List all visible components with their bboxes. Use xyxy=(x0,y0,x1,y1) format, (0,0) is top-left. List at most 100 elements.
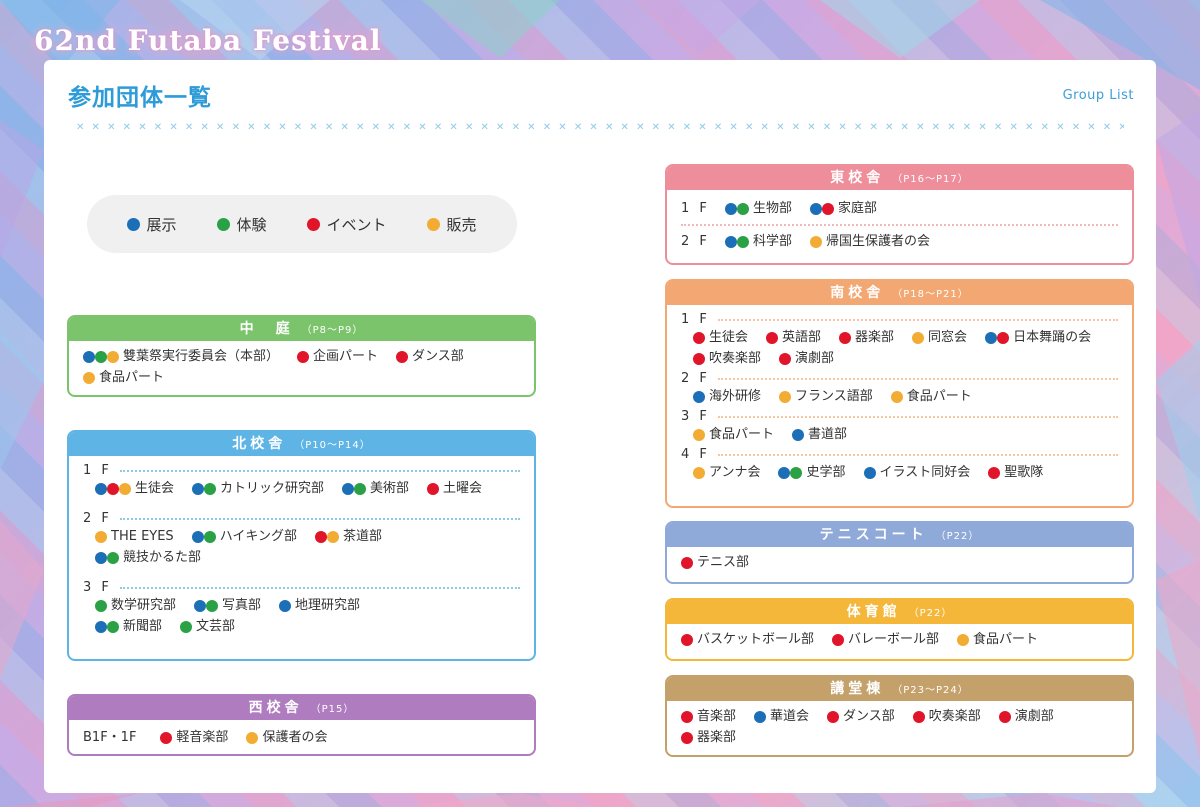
red-dot-icon xyxy=(427,482,440,495)
group-entry[interactable]: 美術部 xyxy=(342,478,409,499)
group-entry[interactable]: 土曜会 xyxy=(427,478,482,499)
group-entry[interactable]: 食品パート xyxy=(693,424,774,445)
group-entry[interactable]: 華道会 xyxy=(754,706,809,727)
group-row: 器楽部 xyxy=(681,727,1118,748)
group-entry[interactable]: 英語部 xyxy=(766,327,821,348)
group-entry[interactable]: 同窓会 xyxy=(912,327,967,348)
blue-dot-icon xyxy=(725,235,737,248)
group-entry[interactable]: 日本舞踊の会 xyxy=(985,327,1091,348)
group-name: 新聞部 xyxy=(123,619,163,634)
group-entry[interactable]: THE EYES xyxy=(95,526,174,547)
group-name: 茶道部 xyxy=(343,529,383,544)
category-dots xyxy=(725,235,749,248)
group-entry[interactable]: 茶道部 xyxy=(315,526,382,547)
section-body: 雙葉祭実行委員会（本部） 企画パート ダンス部食品パート xyxy=(69,341,534,392)
group-entry[interactable]: 文芸部 xyxy=(180,616,235,637)
group-name: 地理研究部 xyxy=(295,598,361,613)
group-entry[interactable]: 帰国生保護者の会 xyxy=(810,231,930,252)
group-name: 華道会 xyxy=(770,709,810,724)
group-entry[interactable]: 吹奏楽部 xyxy=(912,706,981,727)
legend-item-green: 体験 xyxy=(217,214,267,235)
group-entry[interactable]: テニス部 xyxy=(681,552,749,573)
group-entry[interactable]: ハイキング部 xyxy=(191,526,297,547)
red-dot-icon xyxy=(681,633,693,646)
group-entry[interactable]: 史学部 xyxy=(778,462,846,483)
group-entry[interactable]: 海外研修 xyxy=(693,386,761,407)
group-entry[interactable]: バスケットボール部 xyxy=(681,629,814,650)
group-entry[interactable]: 演劇部 xyxy=(998,706,1054,727)
group-entry[interactable]: 写真部 xyxy=(194,595,261,616)
group-entry[interactable]: 器楽部 xyxy=(681,727,736,748)
group-entry[interactable]: 吹奏楽部 xyxy=(693,348,761,369)
group-entry[interactable]: 家庭部 xyxy=(810,198,877,219)
section-header: 東校舎 （P16～P17） xyxy=(667,166,1132,190)
blue-dot-icon xyxy=(191,530,204,543)
category-dots xyxy=(693,466,705,479)
group-entry[interactable]: 新聞部 xyxy=(95,616,162,637)
group-entry[interactable]: 生徒会 xyxy=(95,478,174,499)
category-dots xyxy=(792,428,805,441)
group-name: 雙葉祭実行委員会（本部） xyxy=(123,349,280,364)
orange-dot-icon xyxy=(693,466,705,479)
green-dot-icon xyxy=(95,599,107,612)
floor-row: 1 F 生物部 家庭部 xyxy=(681,198,1118,219)
group-entry[interactable]: カトリック研究部 xyxy=(192,478,324,499)
category-dots xyxy=(725,202,749,215)
orange-dot-icon xyxy=(119,482,131,495)
blue-dot-icon xyxy=(192,482,205,495)
category-dots xyxy=(246,731,259,744)
group-entry[interactable]: 軽音楽部 xyxy=(160,727,228,748)
floor-label: 2 F xyxy=(83,511,112,526)
section-header: 体育館 （P22） xyxy=(667,600,1132,624)
group-name: バレーボール部 xyxy=(848,632,940,647)
blue-dot-icon xyxy=(279,599,292,612)
group-entry[interactable]: 食品パート xyxy=(957,629,1038,650)
group-name: 土曜会 xyxy=(443,481,483,496)
group-entry[interactable]: 生徒会 xyxy=(693,327,748,348)
group-entry[interactable]: 科学部 xyxy=(725,231,792,252)
group-entry[interactable]: 書道部 xyxy=(792,424,847,445)
section-nakaniwa: 中 庭 （P8～P9） 雙葉祭実行委員会（本部） 企画パート ダンス部 食品パート xyxy=(67,315,536,397)
group-entry[interactable]: 生物部 xyxy=(725,198,792,219)
section-title: 体育館 xyxy=(846,604,901,620)
orange-dot-icon xyxy=(427,217,441,231)
group-entry[interactable]: 数学研究部 xyxy=(95,595,176,616)
group-entry[interactable]: 競技かるた部 xyxy=(95,547,201,568)
category-dots xyxy=(396,350,409,363)
floor-heading: 1 F xyxy=(681,312,1118,327)
section-body: 1 F 生徒会 カトリック研究部 美術部 土曜会 2 F THE EYES ハイキング部 茶道部… xyxy=(69,456,534,641)
group-entry[interactable]: ダンス部 xyxy=(396,346,464,367)
legend-label: イベント xyxy=(326,215,387,234)
group-entry[interactable]: 地理研究部 xyxy=(279,595,360,616)
group-entry[interactable]: イラスト同好会 xyxy=(863,462,970,483)
section-taiikukan: 体育館 （P22） バスケットボール部 バレーボール部 食品パート xyxy=(665,598,1134,661)
section-pages: （P18～P21） xyxy=(892,289,969,300)
floor-groups: 海外研修 フランス語部 食品パート xyxy=(681,386,1118,407)
group-entry[interactable]: 演劇部 xyxy=(779,348,834,369)
red-dot-icon xyxy=(297,350,310,363)
group-entry[interactable]: 聖歌隊 xyxy=(988,462,1043,483)
group-name: フランス語部 xyxy=(795,389,873,404)
red-dot-icon xyxy=(832,633,845,646)
red-dot-icon xyxy=(766,331,779,344)
group-entry[interactable]: 企画パート xyxy=(297,346,378,367)
group-entry[interactable]: 器楽部 xyxy=(839,327,894,348)
group-entry[interactable]: 食品パート xyxy=(890,386,972,407)
group-entry[interactable]: 音楽部 xyxy=(681,706,736,727)
group-entry[interactable]: フランス語部 xyxy=(779,386,873,407)
orange-dot-icon xyxy=(83,371,95,384)
group-row: THE EYES ハイキング部 茶道部 xyxy=(95,526,520,547)
group-entry[interactable]: アンナ会 xyxy=(693,462,760,483)
category-dots xyxy=(912,710,925,723)
group-row: 数学研究部 写真部 地理研究部 xyxy=(95,595,520,616)
group-row: 新聞部 文芸部 xyxy=(95,616,520,637)
orange-dot-icon xyxy=(912,331,925,344)
group-entry[interactable]: 保護者の会 xyxy=(246,727,327,748)
group-entry[interactable]: 食品パート xyxy=(83,367,164,388)
floor-heading: 2 F xyxy=(83,511,520,526)
group-entry[interactable]: 雙葉祭実行委員会（本部） xyxy=(83,346,279,367)
group-entry[interactable]: バレーボール部 xyxy=(832,629,939,650)
group-entry[interactable]: ダンス部 xyxy=(827,706,895,727)
floor-label: 2 F xyxy=(681,234,710,249)
